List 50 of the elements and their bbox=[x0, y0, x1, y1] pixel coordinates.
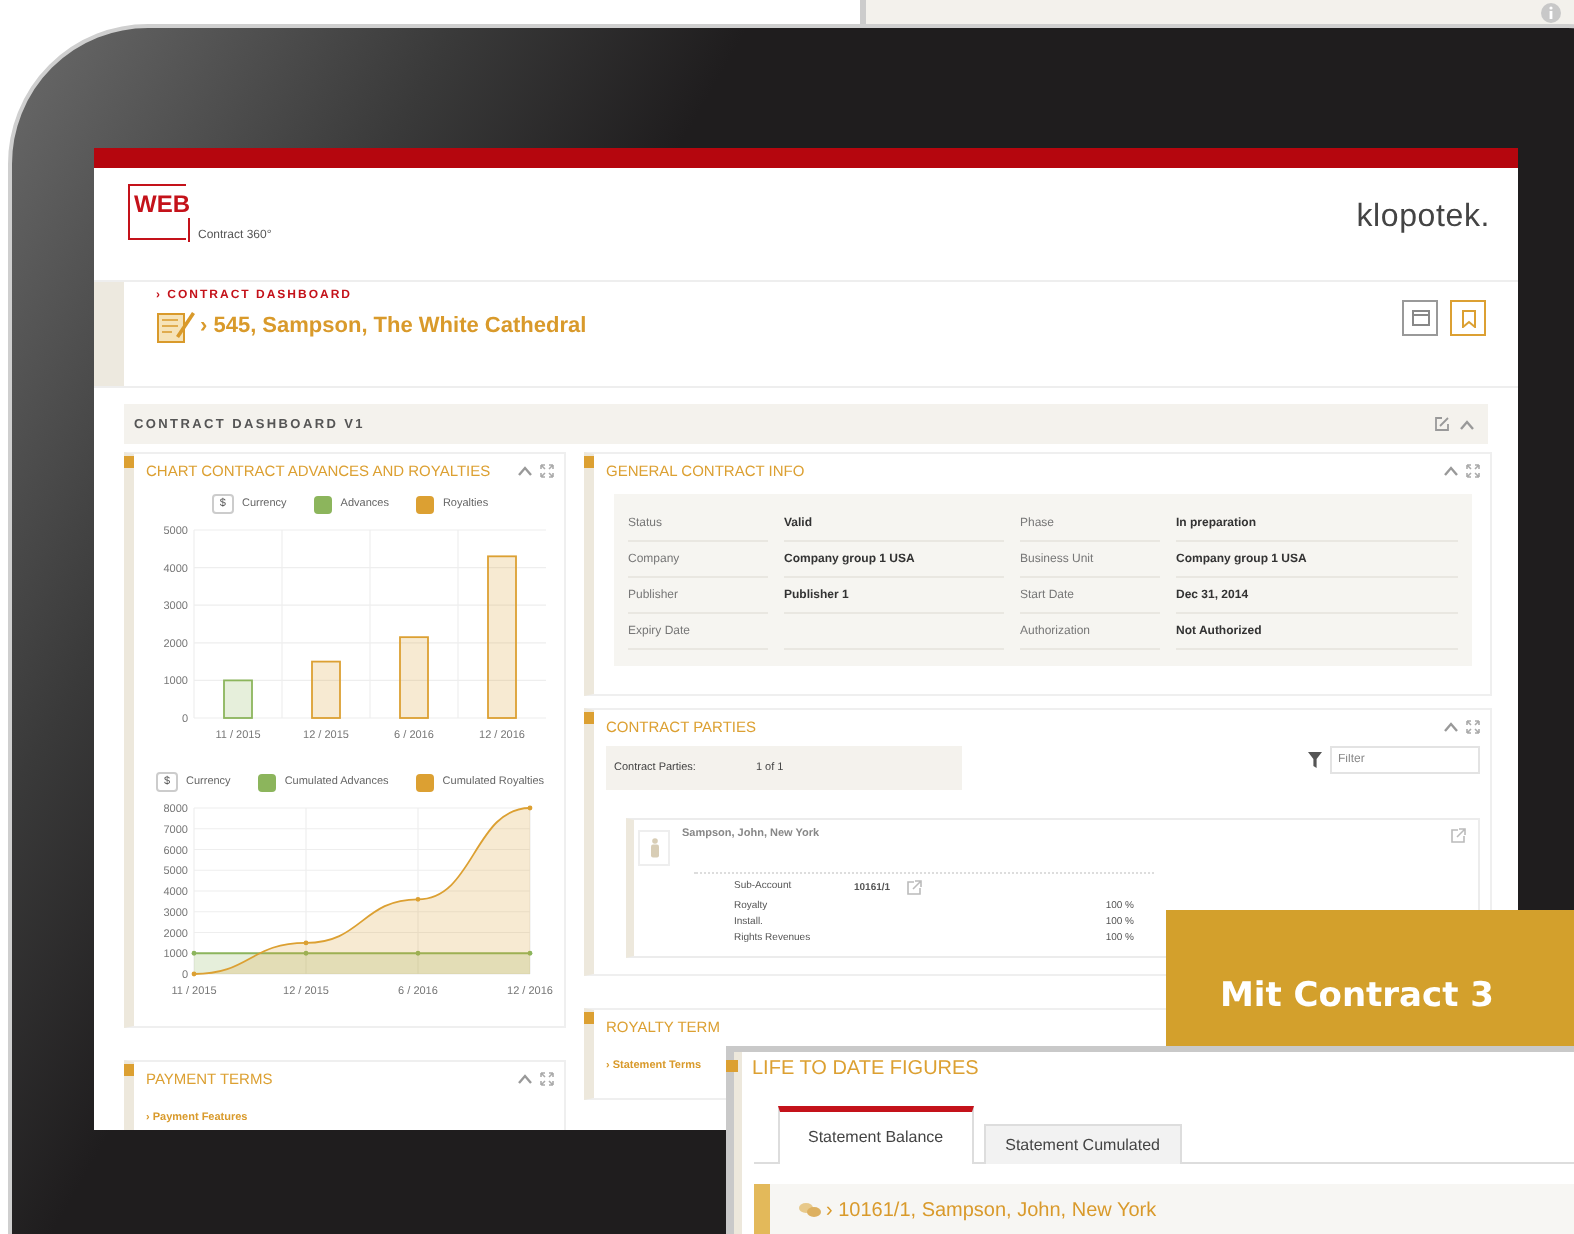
panel-marker bbox=[584, 712, 594, 724]
expand-icon[interactable] bbox=[1466, 719, 1480, 733]
panel-marker bbox=[726, 1060, 738, 1072]
contract-title: › 545, Sampson, The White Cathedral bbox=[200, 314, 587, 338]
filter-icon[interactable] bbox=[1308, 752, 1322, 768]
data-point bbox=[191, 950, 197, 956]
expand-icon[interactable] bbox=[540, 1071, 554, 1085]
contract-document-icon bbox=[156, 308, 196, 344]
edit-icon[interactable] bbox=[1434, 416, 1450, 432]
notes-button[interactable] bbox=[1402, 300, 1438, 336]
data-point bbox=[303, 950, 309, 956]
expand-icon[interactable] bbox=[540, 463, 554, 477]
person-icon bbox=[649, 838, 659, 858]
legend-swatch[interactable] bbox=[416, 495, 435, 513]
coins-icon bbox=[798, 1200, 822, 1220]
data-point bbox=[527, 805, 533, 811]
external-link-icon[interactable] bbox=[1450, 828, 1466, 844]
collapse-icon[interactable] bbox=[518, 1073, 532, 1083]
data-point bbox=[527, 950, 533, 956]
tab[interactable]: Statement Balance bbox=[778, 1106, 974, 1164]
external-link-icon[interactable] bbox=[906, 880, 923, 896]
panel-marker bbox=[584, 456, 594, 468]
banner-text: Mit Contract 3 bbox=[1220, 975, 1494, 1015]
legend-swatch[interactable] bbox=[314, 495, 333, 513]
expand-icon[interactable] bbox=[1466, 463, 1480, 477]
bookmark-button[interactable] bbox=[1450, 300, 1486, 336]
collapse-icon[interactable] bbox=[518, 465, 532, 475]
panel-marker bbox=[124, 1064, 134, 1076]
data-point bbox=[303, 940, 309, 946]
account-title: › 10161/1, Sampson, John, New York bbox=[826, 1199, 1157, 1221]
legend-swatch[interactable] bbox=[258, 773, 277, 791]
bar bbox=[311, 660, 341, 719]
brand-name: klopotek. bbox=[1356, 200, 1490, 236]
side-strip bbox=[94, 282, 124, 386]
bookmark-icon bbox=[1461, 309, 1475, 327]
data-point bbox=[191, 971, 197, 977]
panel-marker bbox=[584, 1012, 594, 1024]
legend-swatch[interactable] bbox=[416, 773, 435, 791]
panel-marker bbox=[124, 456, 134, 468]
data-point bbox=[415, 950, 421, 956]
collapse-icon[interactable] bbox=[1444, 721, 1458, 731]
bar bbox=[399, 636, 429, 719]
tab[interactable]: Statement Cumulated bbox=[983, 1124, 1182, 1164]
collapse-icon[interactable] bbox=[1444, 465, 1458, 475]
document-icon bbox=[1411, 310, 1429, 326]
collapse-icon[interactable] bbox=[1460, 419, 1474, 429]
info-icon[interactable] bbox=[1540, 2, 1562, 24]
bar bbox=[223, 679, 253, 719]
data-point bbox=[415, 896, 421, 902]
panel-title: LIFE TO DATE FIGURES bbox=[752, 1058, 979, 1080]
